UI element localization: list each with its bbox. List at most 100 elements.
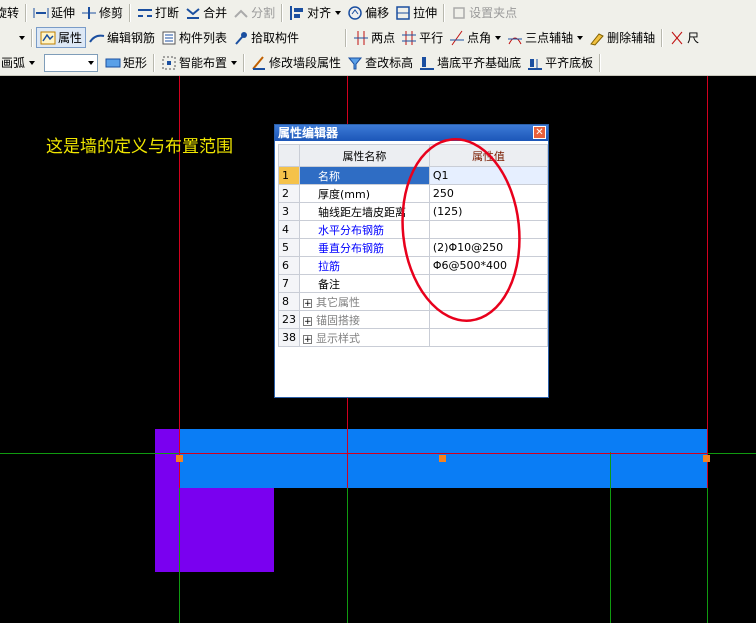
extend-icon bbox=[33, 5, 49, 21]
row-number: 5 bbox=[278, 238, 300, 257]
row-number: 6 bbox=[278, 256, 300, 275]
modify-wall-button[interactable]: 修改墙段属性 bbox=[248, 52, 344, 73]
property-name-label: 锚固搭接 bbox=[316, 313, 360, 327]
split-button[interactable]: 分割 bbox=[230, 2, 278, 23]
stretch-icon bbox=[395, 5, 411, 21]
two-point-button[interactable]: 两点 bbox=[350, 27, 398, 48]
edit-rebar-button[interactable]: 编辑钢筋 bbox=[86, 27, 158, 48]
arc-mode-dropdown[interactable]: 画弧 bbox=[0, 52, 38, 73]
parallel-button[interactable]: 平行 bbox=[398, 27, 446, 48]
modify-wall-icon bbox=[251, 55, 267, 71]
chevron-down-icon bbox=[29, 60, 36, 65]
pick-component-button[interactable]: 拾取构件 bbox=[230, 27, 302, 48]
toolbar-separator bbox=[281, 3, 284, 22]
merge-icon bbox=[185, 5, 201, 21]
component-list-button[interactable]: 构件列表 bbox=[158, 27, 230, 48]
three-point-axis-button[interactable]: 三点辅轴 bbox=[504, 27, 586, 48]
component-toolbar: 属性 编辑钢筋 构件列表 拾取构件 两点 平行 点角 三点辅轴 删除辅轴 尺 bbox=[0, 25, 756, 51]
expand-icon[interactable]: + bbox=[303, 298, 312, 308]
set-grip-button[interactable]: 设置夹点 bbox=[448, 2, 520, 23]
toolbar-separator bbox=[31, 28, 33, 47]
rectangle-button[interactable]: 矩形 bbox=[102, 52, 150, 73]
property-name-label: 厚度(mm) bbox=[318, 187, 371, 201]
break-button[interactable]: 打断 bbox=[134, 2, 182, 23]
check-elevation-icon bbox=[347, 55, 363, 71]
wall-bottom-align-icon bbox=[419, 55, 435, 71]
wall-centerline bbox=[179, 453, 707, 454]
delete-axis-button[interactable]: 删除辅轴 bbox=[586, 27, 658, 48]
row-number: 38 bbox=[278, 328, 300, 347]
grip-point[interactable] bbox=[439, 455, 446, 462]
edit-toolbar: 旋转 延伸 修剪 打断 合并 分割 对齐 偏移 拉伸 设置夹点 bbox=[0, 0, 756, 26]
toolbar-separator bbox=[129, 3, 132, 22]
offset-icon bbox=[347, 5, 363, 21]
row-number: 4 bbox=[278, 220, 300, 239]
row-number: 2 bbox=[278, 184, 300, 203]
close-icon[interactable]: ✕ bbox=[533, 126, 546, 139]
pick-component-icon bbox=[233, 30, 249, 46]
properties-button[interactable]: 属性 bbox=[36, 27, 87, 48]
row-number: 7 bbox=[278, 274, 300, 293]
expand-icon[interactable]: + bbox=[303, 316, 312, 326]
parallel-icon bbox=[401, 30, 417, 46]
chevron-down-icon bbox=[495, 35, 502, 40]
header-corner bbox=[278, 144, 300, 167]
ruler-icon bbox=[669, 30, 685, 46]
toolbar-separator bbox=[153, 53, 156, 72]
ruler-button[interactable]: 尺 bbox=[666, 27, 702, 48]
axis-line bbox=[707, 488, 708, 623]
point-angle-button[interactable]: 点角 bbox=[446, 27, 504, 48]
check-elevation-button[interactable]: 查改标高 bbox=[344, 52, 416, 73]
axis-line bbox=[347, 429, 348, 488]
grip-icon bbox=[451, 5, 467, 21]
chevron-down-icon bbox=[335, 10, 342, 15]
property-name-label: 其它属性 bbox=[316, 295, 360, 309]
split-icon bbox=[233, 5, 249, 21]
column-segment[interactable] bbox=[155, 429, 179, 572]
wall-bottom-align-button[interactable]: 墙底平齐基础底 bbox=[416, 52, 524, 73]
toolbar-separator bbox=[243, 53, 246, 72]
delete-axis-icon bbox=[589, 30, 605, 46]
grip-point[interactable] bbox=[703, 455, 710, 462]
property-value[interactable] bbox=[428, 328, 549, 347]
axis-line bbox=[610, 452, 611, 623]
two-point-icon bbox=[353, 30, 369, 46]
edit-rebar-icon bbox=[89, 30, 105, 46]
dialog-title: 属性编辑器 bbox=[278, 126, 339, 140]
property-name: + 显示样式 bbox=[299, 328, 430, 347]
offset-button[interactable]: 偏移 bbox=[344, 2, 392, 23]
align-slab-icon bbox=[527, 55, 543, 71]
merge-button[interactable]: 合并 bbox=[182, 2, 230, 23]
properties-icon bbox=[40, 30, 56, 46]
extend-button[interactable]: 延伸 bbox=[30, 2, 78, 23]
break-icon bbox=[137, 5, 153, 21]
chevron-down-icon bbox=[577, 35, 584, 40]
trim-button[interactable]: 修剪 bbox=[78, 2, 126, 23]
smart-layout-icon bbox=[161, 55, 177, 71]
align-icon bbox=[289, 5, 305, 21]
property-name-label: 显示样式 bbox=[316, 331, 360, 345]
toolbar-separator bbox=[25, 3, 28, 22]
column-segment[interactable] bbox=[179, 488, 274, 572]
align-slab-button[interactable]: 平齐底板 bbox=[524, 52, 596, 73]
rotate-button[interactable]: 旋转 bbox=[0, 2, 22, 23]
draw-option-combo[interactable] bbox=[44, 53, 99, 72]
table-row[interactable]: 38 + 显示样式 bbox=[278, 328, 549, 347]
row-number: 8 bbox=[278, 292, 300, 311]
expand-icon[interactable]: + bbox=[303, 334, 312, 344]
chevron-down-icon bbox=[231, 60, 238, 65]
grip-point[interactable] bbox=[176, 455, 183, 462]
toolbar-separator bbox=[661, 28, 664, 47]
layer-dropdown[interactable] bbox=[0, 29, 28, 47]
smart-layout-button[interactable]: 智能布置 bbox=[158, 52, 240, 73]
chevron-down-icon bbox=[88, 60, 95, 65]
toolbar-separator bbox=[443, 3, 446, 22]
toolbar-separator bbox=[345, 28, 348, 47]
property-name-label: 名称 bbox=[318, 169, 340, 183]
toolbar-separator bbox=[599, 53, 602, 72]
align-button[interactable]: 对齐 bbox=[286, 2, 344, 23]
stretch-button[interactable]: 拉伸 bbox=[392, 2, 440, 23]
row-number: 1 bbox=[278, 166, 300, 185]
row-number: 23 bbox=[278, 310, 300, 329]
rectangle-icon bbox=[105, 55, 121, 71]
